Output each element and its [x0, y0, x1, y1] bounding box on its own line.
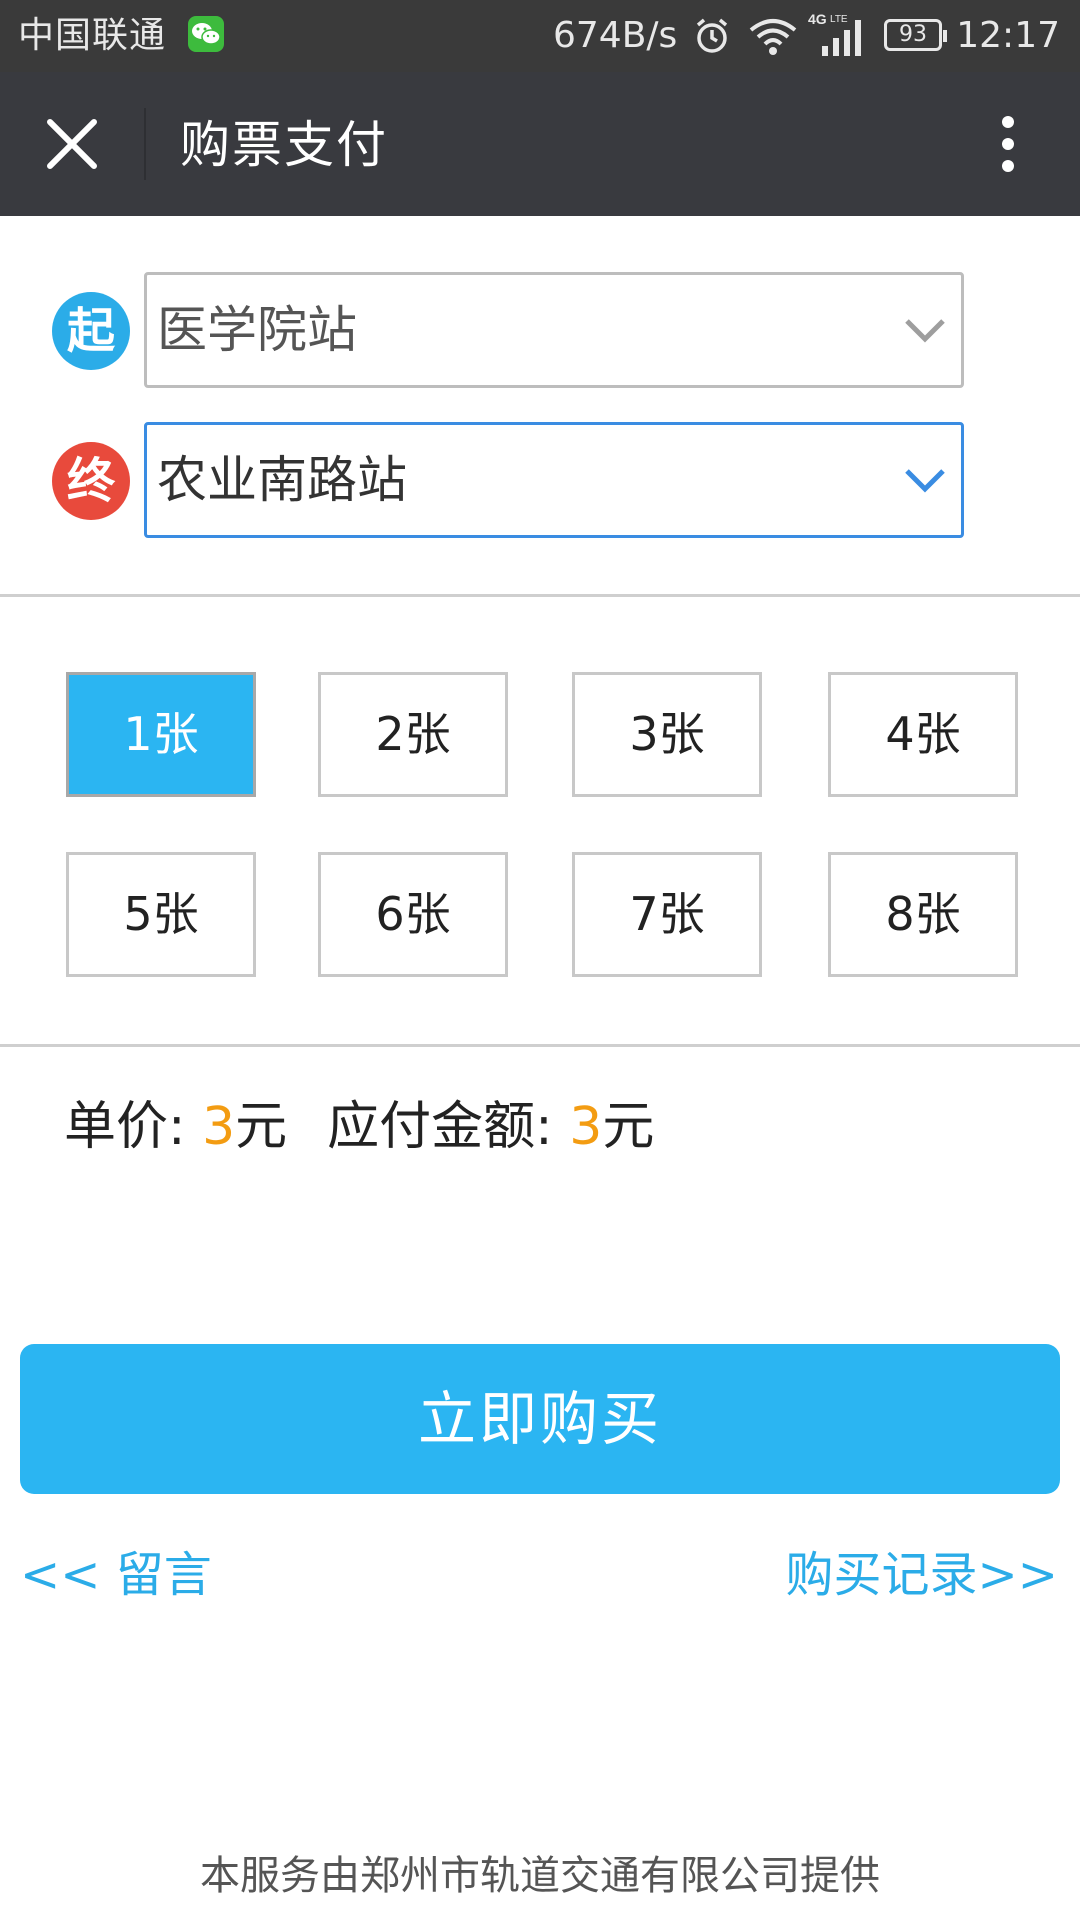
ticket-option-3[interactable]: 3张	[572, 672, 762, 797]
svg-text:4G: 4G	[808, 11, 827, 27]
end-station-row: 终 农业南路站	[0, 422, 1080, 538]
message-link[interactable]: << 留言	[20, 1540, 212, 1610]
start-station-select[interactable]: 医学院站	[144, 272, 964, 388]
network-speed: 674B/s	[553, 15, 678, 56]
total-label: 应付金额:	[327, 1097, 570, 1157]
status-bar: 中国联通 674B/s 4G LTE 93 12:17	[0, 0, 1080, 72]
buy-now-button[interactable]: 立即购买	[20, 1344, 1060, 1494]
section-divider	[0, 1044, 1080, 1047]
total-suffix: 元	[602, 1097, 655, 1157]
more-options-button[interactable]	[972, 108, 1044, 180]
more-vertical-icon	[1002, 116, 1014, 172]
ticket-option-6[interactable]: 6张	[318, 852, 508, 977]
ticket-option-1[interactable]: 1张	[66, 672, 256, 797]
svg-text:LTE: LTE	[830, 14, 848, 25]
wifi-icon	[748, 16, 798, 65]
close-button[interactable]	[36, 108, 108, 180]
alarm-icon	[692, 16, 732, 65]
ticket-option-2[interactable]: 2张	[318, 672, 508, 797]
ticket-option-8[interactable]: 8张	[828, 852, 1018, 977]
unit-price-value: 3	[202, 1097, 236, 1157]
end-badge: 终	[52, 442, 130, 520]
unit-price-suffix: 元	[235, 1097, 288, 1157]
ticket-option-7[interactable]: 7张	[572, 852, 762, 977]
clock: 12:17	[956, 15, 1060, 56]
start-badge: 起	[52, 292, 130, 370]
start-station-value: 医学院站	[157, 301, 357, 359]
end-station-select[interactable]: 农业南路站	[144, 422, 964, 538]
page-title: 购票支付	[180, 116, 388, 174]
unit-price-label: 单价:	[64, 1097, 203, 1157]
section-divider	[0, 594, 1080, 597]
chevron-down-icon	[905, 319, 945, 343]
wechat-icon	[188, 16, 224, 52]
start-station-row: 起 医学院站	[0, 272, 1080, 388]
carrier-name: 中国联通	[18, 15, 167, 56]
close-icon	[47, 119, 97, 169]
end-station-value: 农业南路站	[157, 451, 407, 509]
chevron-down-icon	[905, 469, 945, 493]
ticket-option-5[interactable]: 5张	[66, 852, 256, 977]
battery-icon: 93	[884, 19, 947, 51]
title-divider	[144, 108, 146, 180]
title-bar: 购票支付	[0, 72, 1080, 216]
footer-text: 本服务由郑州市轨道交通有限公司提供	[200, 1853, 880, 1899]
price-summary: 单价: 3元 应付金额: 3元	[64, 1090, 654, 1164]
ticket-option-4[interactable]: 4张	[828, 672, 1018, 797]
total-value: 3	[569, 1097, 603, 1157]
signal-4g-icon: 4G LTE	[808, 10, 870, 69]
purchase-history-link[interactable]: 购买记录>>	[786, 1540, 1058, 1610]
